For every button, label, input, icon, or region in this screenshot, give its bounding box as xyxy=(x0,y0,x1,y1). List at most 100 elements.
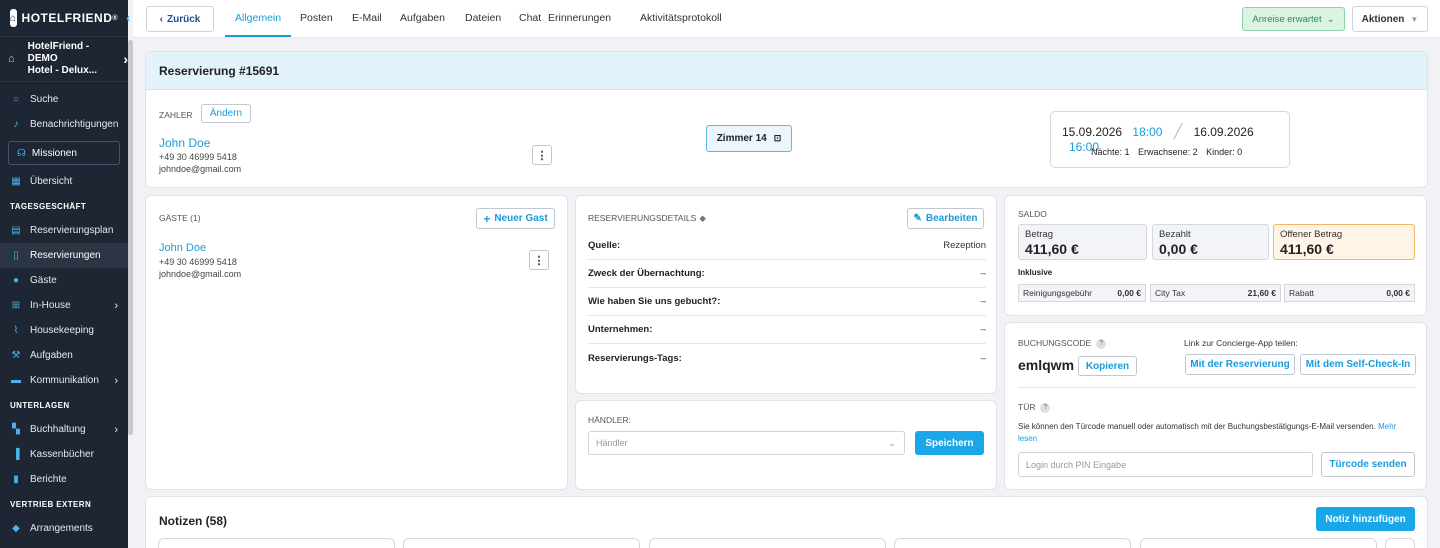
chevron-down-icon: ⌄ xyxy=(1326,13,1335,25)
detail-row-purpose: Zweck der Übernachtung: – xyxy=(588,260,986,288)
missions-button[interactable]: ☊ Missionen xyxy=(8,141,120,165)
sidebar-item-reservation-plan[interactable]: ▤ Reservierungsplan xyxy=(0,218,128,243)
sidebar-item-housekeeping[interactable]: ⌇ Housekeeping xyxy=(0,318,128,343)
help-icon[interactable]: ? xyxy=(1096,338,1107,349)
search-icon: ○ xyxy=(12,94,20,105)
save-dealer-button[interactable]: Speichern xyxy=(915,431,984,455)
note-card[interactable] xyxy=(649,538,886,548)
send-door-code-button[interactable]: Türcode senden xyxy=(1321,452,1415,477)
sidebar-section-sales: VERTRIEB EXTERN xyxy=(10,499,92,509)
guest-menu-button[interactable]: ⋮ xyxy=(529,250,549,270)
tab-general[interactable]: Allgemein xyxy=(235,12,281,24)
collapse-sidebar-icon[interactable]: ‹ xyxy=(126,11,131,25)
booking-code: emlqwm xyxy=(1018,357,1075,373)
calendar-icon: ▤ xyxy=(11,225,21,236)
sidebar-item-overview[interactable]: ▦ Übersicht xyxy=(0,169,128,194)
guests-card: GÄSTE (1) + Neuer Gast John Doe +49 30 46… xyxy=(145,195,568,490)
pin-input[interactable]: Login durch PIN Eingabe xyxy=(1018,452,1313,477)
open-amount-value: 411,60 € xyxy=(1280,241,1334,257)
help-icon[interactable]: ? xyxy=(1040,402,1051,413)
departure-date: 16.09.2026 xyxy=(1193,125,1254,139)
note-card[interactable] xyxy=(1385,538,1415,548)
change-payer-button[interactable]: Ändern xyxy=(201,104,251,123)
note-card[interactable] xyxy=(403,538,640,548)
sidebar-item-guests[interactable]: ● Gäste xyxy=(0,268,128,293)
dealer-select[interactable]: Händler ⌄ xyxy=(588,431,905,455)
sidebar-item-communication[interactable]: ▬ Kommunikation › xyxy=(0,368,128,393)
add-note-button[interactable]: Notiz hinzufügen xyxy=(1316,507,1415,531)
hotel-switcher[interactable]: ⌂ HotelFriend - DEMO Hotel - Delux... › xyxy=(0,36,128,82)
wrench-icon: ⚒ xyxy=(11,350,21,361)
payer-menu-button[interactable]: ⋮ xyxy=(532,145,552,165)
notes-title: Notizen (58) xyxy=(159,514,228,528)
tab-items[interactable]: Posten xyxy=(300,12,333,24)
tab-chat[interactable]: Chat xyxy=(519,12,541,24)
chevron-right-icon: › xyxy=(114,374,118,387)
new-guest-button[interactable]: + Neuer Gast xyxy=(476,208,555,229)
guests-label: GÄSTE (1) xyxy=(159,213,201,223)
dealer-label: HÄNDLER: xyxy=(588,415,631,425)
payer-email: johndoe@gmail.com xyxy=(159,164,242,174)
tag-icon: ◆ xyxy=(699,213,706,223)
brand-logo[interactable]: ⌂ HOTELFRIEND ® ‹ xyxy=(0,0,131,36)
ledger-icon: ▚ xyxy=(12,424,20,435)
active-tab-indicator xyxy=(225,35,291,37)
share-with-reservation-button[interactable]: Mit der Reservierung xyxy=(1185,354,1295,375)
tab-reminders[interactable]: Erinnerungen xyxy=(548,12,611,24)
sidebar-item-accounting[interactable]: ▚ Buchhaltung › xyxy=(0,417,128,442)
paid-box: Bezahlt 0,00 € xyxy=(1152,224,1269,260)
children-count: Kinder: 0 xyxy=(1206,147,1243,157)
tab-activity-log[interactable]: Aktivitätsprotokoll xyxy=(640,12,722,24)
hotel-name-line1: HotelFriend - DEMO xyxy=(27,41,90,64)
stay-dates-box: 15.09.2026 18:00 ╱ 16.09.2026 16:00 Näch… xyxy=(1050,111,1290,168)
sidebar-item-arrangements[interactable]: ◆ Arrangements xyxy=(0,516,128,541)
note-card[interactable] xyxy=(1140,538,1377,548)
tab-email[interactable]: E-Mail xyxy=(352,12,382,24)
dealer-card: HÄNDLER: Händler ⌄ Speichern xyxy=(575,400,997,490)
chevron-right-icon: › xyxy=(114,299,118,312)
note-card[interactable] xyxy=(158,538,395,548)
payer-phone: +49 30 46999 5418 xyxy=(159,152,237,162)
sidebar: ⌂ HOTELFRIEND ® ‹ ⌂ HotelFriend - DEMO Ho… xyxy=(0,0,131,548)
detail-row-source: Quelle: Rezeption xyxy=(588,232,986,260)
adults-count: Erwachsene: 2 xyxy=(1138,147,1198,157)
booking-code-label: BUCHUNGSCODE? xyxy=(1018,338,1107,349)
amount-value: 411,60 € xyxy=(1025,241,1079,257)
unlock-icon: ⊡ xyxy=(773,133,782,143)
cart-icon: ⊞ xyxy=(11,300,21,311)
user-icon: ● xyxy=(12,275,20,286)
actions-dropdown[interactable]: Aktionen ▼ xyxy=(1352,6,1428,32)
sidebar-item-reservations[interactable]: ▯ Reservierungen xyxy=(0,243,128,268)
status-dropdown[interactable]: Anreise erwartet ⌄ xyxy=(1242,7,1345,31)
details-label: RESERVIERUNGSDETAILS ◆ xyxy=(588,213,706,223)
door-label: TÜR? xyxy=(1018,402,1051,413)
plus-icon: + xyxy=(483,211,491,226)
brand-name: HOTELFRIEND xyxy=(21,11,113,25)
sidebar-item-in-house[interactable]: ⊞ In-House › xyxy=(0,293,128,318)
sidebar-item-cashbooks[interactable]: ▐ Kassenbücher xyxy=(0,442,128,467)
pencil-icon: ✎ xyxy=(913,213,922,224)
sidebar-item-search[interactable]: ○ Suche xyxy=(0,87,128,112)
broom-icon: ⌇ xyxy=(13,325,19,336)
sidebar-item-reports[interactable]: ▮ Berichte xyxy=(0,467,128,492)
note-card[interactable] xyxy=(894,538,1131,548)
inclusive-label: Inklusive xyxy=(1018,268,1053,277)
guest-name[interactable]: John Doe xyxy=(159,242,206,254)
sidebar-item-tasks[interactable]: ⚒ Aufgaben xyxy=(0,343,128,368)
tab-files[interactable]: Dateien xyxy=(465,12,501,24)
sidebar-item-notifications[interactable]: ♪ Benachrichtigungen xyxy=(0,112,128,137)
date-separator: ╱ xyxy=(1173,123,1183,139)
chat-icon: ▬ xyxy=(11,375,21,386)
tab-tasks[interactable]: Aufgaben xyxy=(400,12,445,24)
edit-details-button[interactable]: ✎ Bearbeiten xyxy=(907,208,984,229)
room-badge[interactable]: Zimmer 14 ⊡ xyxy=(706,125,792,152)
back-button[interactable]: ‹ Zurück xyxy=(146,6,214,32)
sidebar-scrollbar[interactable] xyxy=(128,40,133,435)
fee-cleaning: Reinigungsgebühr 0,00 € xyxy=(1018,284,1146,302)
dashboard-icon: ▦ xyxy=(11,176,21,187)
fee-discount: Rabatt 0,00 € xyxy=(1284,284,1415,302)
balance-label: SALDO xyxy=(1018,209,1047,219)
copy-code-button[interactable]: Kopieren xyxy=(1078,356,1137,376)
payer-name[interactable]: John Doe xyxy=(159,136,210,150)
share-with-selfcheckin-button[interactable]: Mit dem Self-Check-In xyxy=(1300,354,1416,375)
